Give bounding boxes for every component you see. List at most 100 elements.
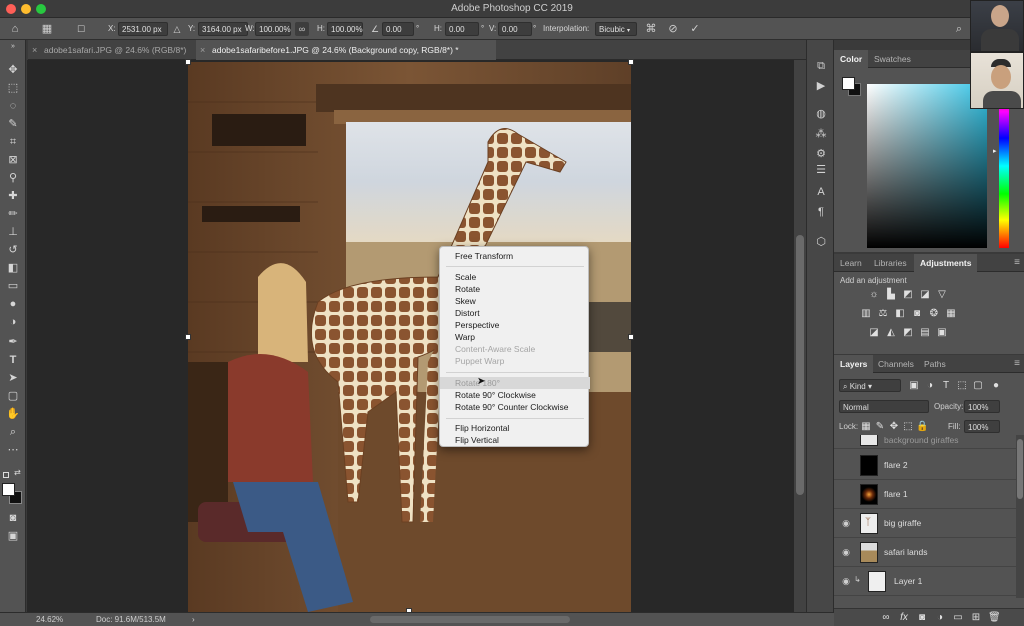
marquee-tool-icon[interactable]: ⬚ [4, 80, 22, 96]
character-panel-icon[interactable]: A [813, 184, 829, 200]
edit-toolbar-icon[interactable]: ⋯ [4, 442, 22, 458]
status-menu-arrow[interactable]: › [192, 615, 195, 624]
opacity-input[interactable]: 100% [964, 400, 1000, 413]
filter-adjustment-icon[interactable]: ◑ [924, 380, 936, 392]
layer-visibility-toggle[interactable] [840, 460, 852, 470]
menu-item-distort[interactable]: Distort [440, 307, 590, 319]
tab-learn[interactable]: Learn [834, 254, 868, 272]
layer-visibility-toggle[interactable] [840, 489, 852, 499]
blend-mode-select[interactable]: Normal [839, 400, 929, 413]
history-brush-tool-icon[interactable]: ↺ [4, 242, 22, 258]
horizontal-skew-input[interactable]: 0.00 [445, 22, 479, 36]
link-icon[interactable]: ∞ [295, 22, 309, 36]
delete-layer-icon[interactable]: 🗑 [988, 612, 1001, 624]
color-balance-icon[interactable]: ⚖ [877, 308, 889, 320]
menu-item-flip-vertical[interactable]: Flip Vertical [440, 434, 590, 446]
eye-icon[interactable]: ◉ [840, 518, 852, 528]
lock-artboard-icon[interactable]: ⬚ [902, 421, 914, 433]
height-input[interactable]: 100.00% [327, 22, 363, 36]
layer-filter-select[interactable]: ⌕ Kind ▾ [839, 379, 901, 392]
menu-item-perspective[interactable]: Perspective [440, 319, 590, 331]
filter-pixel-icon[interactable]: ▣ [908, 380, 920, 392]
actions-panel-icon[interactable]: ▶ [813, 78, 829, 94]
new-group-icon[interactable]: ▭ [952, 612, 964, 624]
quick-mask-icon[interactable]: ◙ [4, 510, 22, 526]
width-input[interactable]: 100.00% [255, 22, 291, 36]
posterize-icon[interactable]: ◭ [885, 327, 897, 339]
invert-icon[interactable]: ◪ [868, 327, 880, 339]
transform-handle-middle-right[interactable] [628, 334, 634, 340]
menu-item-free-transform[interactable]: Free Transform [440, 250, 590, 262]
vibrance-icon[interactable]: ▽ [936, 289, 948, 301]
link-layers-icon[interactable]: ∞ [880, 612, 892, 624]
levels-icon[interactable]: ▙ [885, 289, 897, 301]
foreground-color-chip[interactable] [842, 77, 855, 90]
sliders-panel-icon[interactable]: ☰ [813, 162, 829, 178]
lock-position-icon[interactable]: ✥ [888, 421, 900, 433]
swap-colors-icon[interactable]: ⇄ [14, 468, 21, 477]
filter-shape-icon[interactable]: ⬚ [956, 380, 968, 392]
selective-color-icon[interactable]: ▣ [936, 327, 948, 339]
clone-stamp-tool-icon[interactable]: ⊥ [4, 224, 22, 240]
add-mask-icon[interactable]: ◙ [916, 612, 928, 624]
collapse-arrows-icon[interactable]: » [4, 42, 22, 52]
layers-scrollbar[interactable] [1016, 435, 1024, 598]
history-panel-icon[interactable]: ⧉ [813, 58, 829, 74]
horizontal-scrollbar[interactable] [370, 616, 570, 623]
relative-position-icon[interactable]: △ [170, 22, 184, 36]
transform-handle-top-left[interactable] [185, 59, 191, 65]
menu-item-rotate[interactable]: Rotate [440, 283, 590, 295]
lasso-tool-icon[interactable]: ◌ [4, 98, 22, 114]
new-layer-icon[interactable]: ⊞ [970, 612, 982, 624]
eye-icon[interactable]: ◉ [840, 576, 852, 586]
screen-mode-icon[interactable]: ▣ [4, 528, 22, 544]
y-position-input[interactable]: 3164.00 px [198, 22, 248, 36]
tab-swatches[interactable]: Swatches [868, 50, 917, 68]
layer-row-big-giraffe[interactable]: ◉ ᛉ big giraffe [834, 509, 1016, 538]
blur-tool-icon[interactable]: ● [4, 296, 22, 312]
doc-tab-safaribefore[interactable]: × adobe1safaribefore1.JPG @ 24.6% (Backg… [196, 40, 496, 60]
filter-smart-object-icon[interactable]: ▢ [972, 380, 984, 392]
curves-icon[interactable]: ◩ [902, 289, 914, 301]
close-tab-icon[interactable]: × [200, 40, 205, 60]
menu-item-rotate-90-ccw[interactable]: Rotate 90° Counter Clockwise [440, 401, 590, 413]
hand-tool-icon[interactable]: ✋ [4, 406, 22, 422]
foreground-color-swatch[interactable] [2, 483, 15, 496]
interpolation-select[interactable]: Bicubic ▾ [595, 22, 637, 36]
menu-item-rotate-180[interactable]: Rotate 180° [440, 377, 590, 389]
lock-all-icon[interactable]: 🔒 [916, 421, 928, 433]
x-position-input[interactable]: 2531.00 px [118, 22, 168, 36]
tab-channels[interactable]: Channels [872, 355, 920, 373]
3d-panel-icon[interactable]: ⬡ [813, 234, 829, 250]
tab-libraries[interactable]: Libraries [868, 254, 913, 272]
properties-panel-icon[interactable]: ◍ [813, 106, 829, 122]
eraser-tool-icon[interactable]: ◧ [4, 260, 22, 276]
lock-transparency-icon[interactable]: ▦ [860, 421, 872, 433]
layer-row-background-giraffes[interactable]: background giraffes [834, 435, 1016, 449]
layers-scrollbar-thumb[interactable] [1017, 439, 1023, 499]
crop-tool-icon[interactable]: ⌗ [4, 134, 22, 150]
new-adjustment-layer-icon[interactable]: ◑ [934, 612, 946, 624]
healing-brush-tool-icon[interactable]: ✚ [4, 188, 22, 204]
color-picker-field[interactable] [867, 84, 987, 248]
home-icon[interactable]: ⌂ [8, 22, 22, 36]
vertical-skew-input[interactable]: 0.00 [498, 22, 532, 36]
brightness-icon[interactable]: ☼ [868, 289, 880, 301]
search-icon[interactable]: ⌕ [952, 22, 966, 36]
black-white-icon[interactable]: ◧ [894, 308, 906, 320]
vertical-scrollbar-thumb[interactable] [796, 235, 804, 495]
tab-layers[interactable]: Layers [834, 355, 874, 373]
layer-row-flare-2[interactable]: flare 2 [834, 451, 1016, 480]
zoom-level[interactable]: 24.62% [36, 615, 63, 624]
path-selection-tool-icon[interactable]: ➤ [4, 370, 22, 386]
color-lookup-icon[interactable]: ▦ [945, 308, 957, 320]
fill-input[interactable]: 100% [964, 420, 1000, 433]
eyedropper-tool-icon[interactable]: ⚲ [4, 170, 22, 186]
panel-menu-icon[interactable]: ≡ [1014, 257, 1020, 268]
menu-item-rotate-90-cw[interactable]: Rotate 90° Clockwise [440, 389, 590, 401]
reference-checkbox-icon[interactable]: ☐ [74, 22, 88, 36]
gradient-tool-icon[interactable]: ▭ [4, 278, 22, 294]
eye-icon[interactable]: ◉ [840, 547, 852, 557]
transform-handle-middle-left[interactable] [185, 334, 191, 340]
doc-tab-safari[interactable]: × adobe1safari.JPG @ 24.6% (RGB/8*) [28, 40, 194, 60]
